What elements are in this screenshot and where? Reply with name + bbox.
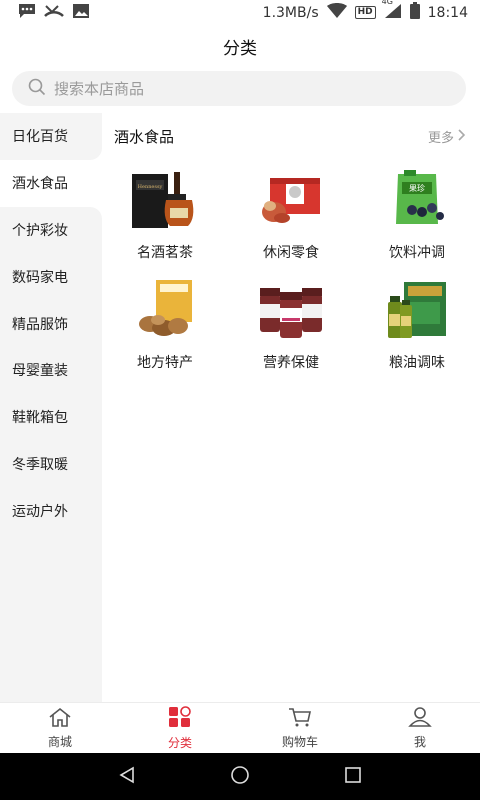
- net-speed: 1.3MB/s: [262, 4, 319, 21]
- subcategory-label: 饮料冲调: [389, 245, 445, 261]
- sidebar-item-label: 日化百货: [12, 129, 68, 146]
- page-title: 分类: [223, 38, 257, 59]
- supplement-bottles-image: [256, 276, 326, 342]
- subcategory-snacks[interactable]: 休闲零食: [228, 160, 354, 270]
- subcategory-label: 名酒茗茶: [137, 245, 193, 261]
- svg-text:Hennessy: Hennessy: [138, 184, 163, 190]
- sidebar-item-daily-goods[interactable]: 日化百货: [0, 113, 102, 160]
- svg-text:果珍: 果珍: [409, 183, 425, 193]
- sidebar-item-label: 运动户外: [12, 503, 68, 520]
- network-type: 4G: [381, 0, 393, 6]
- user-icon: [408, 706, 432, 731]
- missed-call-icon: [44, 3, 64, 23]
- status-bar-left: [18, 3, 90, 23]
- sidebar-item-winter-heating[interactable]: 冬季取暖: [0, 441, 102, 488]
- more-link[interactable]: 更多: [428, 127, 466, 146]
- section-title: 酒水食品: [114, 128, 175, 146]
- sidebar-item-baby[interactable]: 母婴童装: [0, 347, 102, 394]
- section-header: 酒水食品 更多: [102, 113, 480, 160]
- tab-cart[interactable]: 购物车: [240, 703, 360, 753]
- tab-label: 商城: [47, 734, 72, 749]
- recents-square-icon: [345, 766, 362, 787]
- category-sidebar: 日化百货 酒水食品 个护彩妆 数码家电 精品服饰 母婴童装 鞋靴箱包 冬季取暖 …: [0, 113, 102, 702]
- subcategory-label: 粮油调味: [389, 355, 445, 371]
- tab-label: 我: [413, 734, 426, 749]
- home-icon: [48, 707, 72, 731]
- sidebar-item-outdoor[interactable]: 运动户外: [0, 487, 102, 534]
- wifi-icon: [326, 2, 347, 23]
- home-button[interactable]: [220, 757, 260, 797]
- subcategory-label: 地方特产: [137, 355, 193, 371]
- liquor-bottle-image: Hennessy: [130, 166, 200, 232]
- sidebar-item-label: 冬季取暖: [12, 456, 68, 473]
- bottom-tab-bar: 商城 分类 购物车 我: [0, 702, 480, 753]
- drink-pouch-image: 果珍: [382, 166, 452, 232]
- specialty-bag-image: [130, 276, 200, 342]
- subcategory-grain-oil[interactable]: 粮油调味: [354, 270, 480, 380]
- image-icon: [72, 3, 90, 23]
- sidebar-wrap-0: 日化百货: [0, 113, 102, 160]
- back-button[interactable]: [107, 757, 147, 797]
- more-label: 更多: [427, 131, 454, 146]
- cart-icon: [288, 707, 312, 731]
- header: 分类: [0, 25, 480, 67]
- sidebar-item-personal-care[interactable]: 个护彩妆: [0, 206, 102, 254]
- hd-badge: HD: [354, 6, 376, 19]
- sidebar-wrap-2: 个护彩妆: [0, 206, 102, 254]
- sidebar-item-digital[interactable]: 数码家电: [0, 253, 102, 300]
- subcategory-grid: Hennessy 名酒茗茶 休闲零食 果珍 饮料冲调 地方特产 营养保健 粮油调…: [102, 160, 480, 380]
- sidebar-item-label: 数码家电: [12, 269, 68, 286]
- search-icon: [28, 78, 46, 100]
- signal-icon: 4G: [381, 0, 402, 23]
- back-triangle-icon: [118, 766, 136, 788]
- category-icon: [168, 705, 192, 732]
- battery-icon: [409, 2, 420, 23]
- subcategory-label: 营养保健: [263, 355, 319, 371]
- tab-me[interactable]: 我: [360, 703, 480, 753]
- system-nav-bar: [0, 753, 480, 800]
- home-circle-icon: [230, 765, 250, 789]
- clock: 18:14: [427, 4, 468, 21]
- chevron-right-icon: [458, 128, 466, 145]
- sidebar-item-drinks-food[interactable]: 酒水食品: [0, 159, 102, 207]
- tab-mall[interactable]: 商城: [0, 703, 120, 753]
- search-input[interactable]: [54, 79, 434, 98]
- sidebar-item-label: 鞋靴箱包: [12, 410, 68, 427]
- tab-label: 分类: [167, 735, 192, 750]
- sidebar-item-label: 母婴童装: [12, 363, 68, 380]
- subcategory-local-specialty[interactable]: 地方特产: [102, 270, 228, 380]
- recents-button[interactable]: [333, 757, 373, 797]
- status-bar: 1.3MB/s HD 4G 18:14: [0, 0, 480, 25]
- sidebar-item-label: 个护彩妆: [12, 222, 68, 239]
- search-bar[interactable]: [12, 71, 466, 106]
- sidebar-item-label: 精品服饰: [12, 316, 68, 333]
- message-icon: [18, 3, 36, 23]
- oil-bottles-image: [382, 276, 452, 342]
- subcategory-nutrition[interactable]: 营养保健: [228, 270, 354, 380]
- tab-category[interactable]: 分类: [120, 703, 240, 753]
- status-bar-right: 1.3MB/s HD 4G 18:14: [262, 0, 468, 23]
- subcategory-drinks[interactable]: 果珍 饮料冲调: [354, 160, 480, 270]
- snack-box-image: [256, 166, 326, 232]
- tab-label: 购物车: [281, 734, 318, 749]
- subcategory-liquor-tea[interactable]: Hennessy 名酒茗茶: [102, 160, 228, 270]
- sidebar-item-label: 酒水食品: [12, 176, 68, 193]
- category-content: 酒水食品 更多 Hennessy 名酒茗茶 休闲零食 果珍 饮料冲调 地方特产 …: [102, 113, 480, 702]
- subcategory-label: 休闲零食: [263, 245, 319, 261]
- sidebar-item-shoes-bags[interactable]: 鞋靴箱包: [0, 394, 102, 441]
- sidebar-item-apparel[interactable]: 精品服饰: [0, 300, 102, 347]
